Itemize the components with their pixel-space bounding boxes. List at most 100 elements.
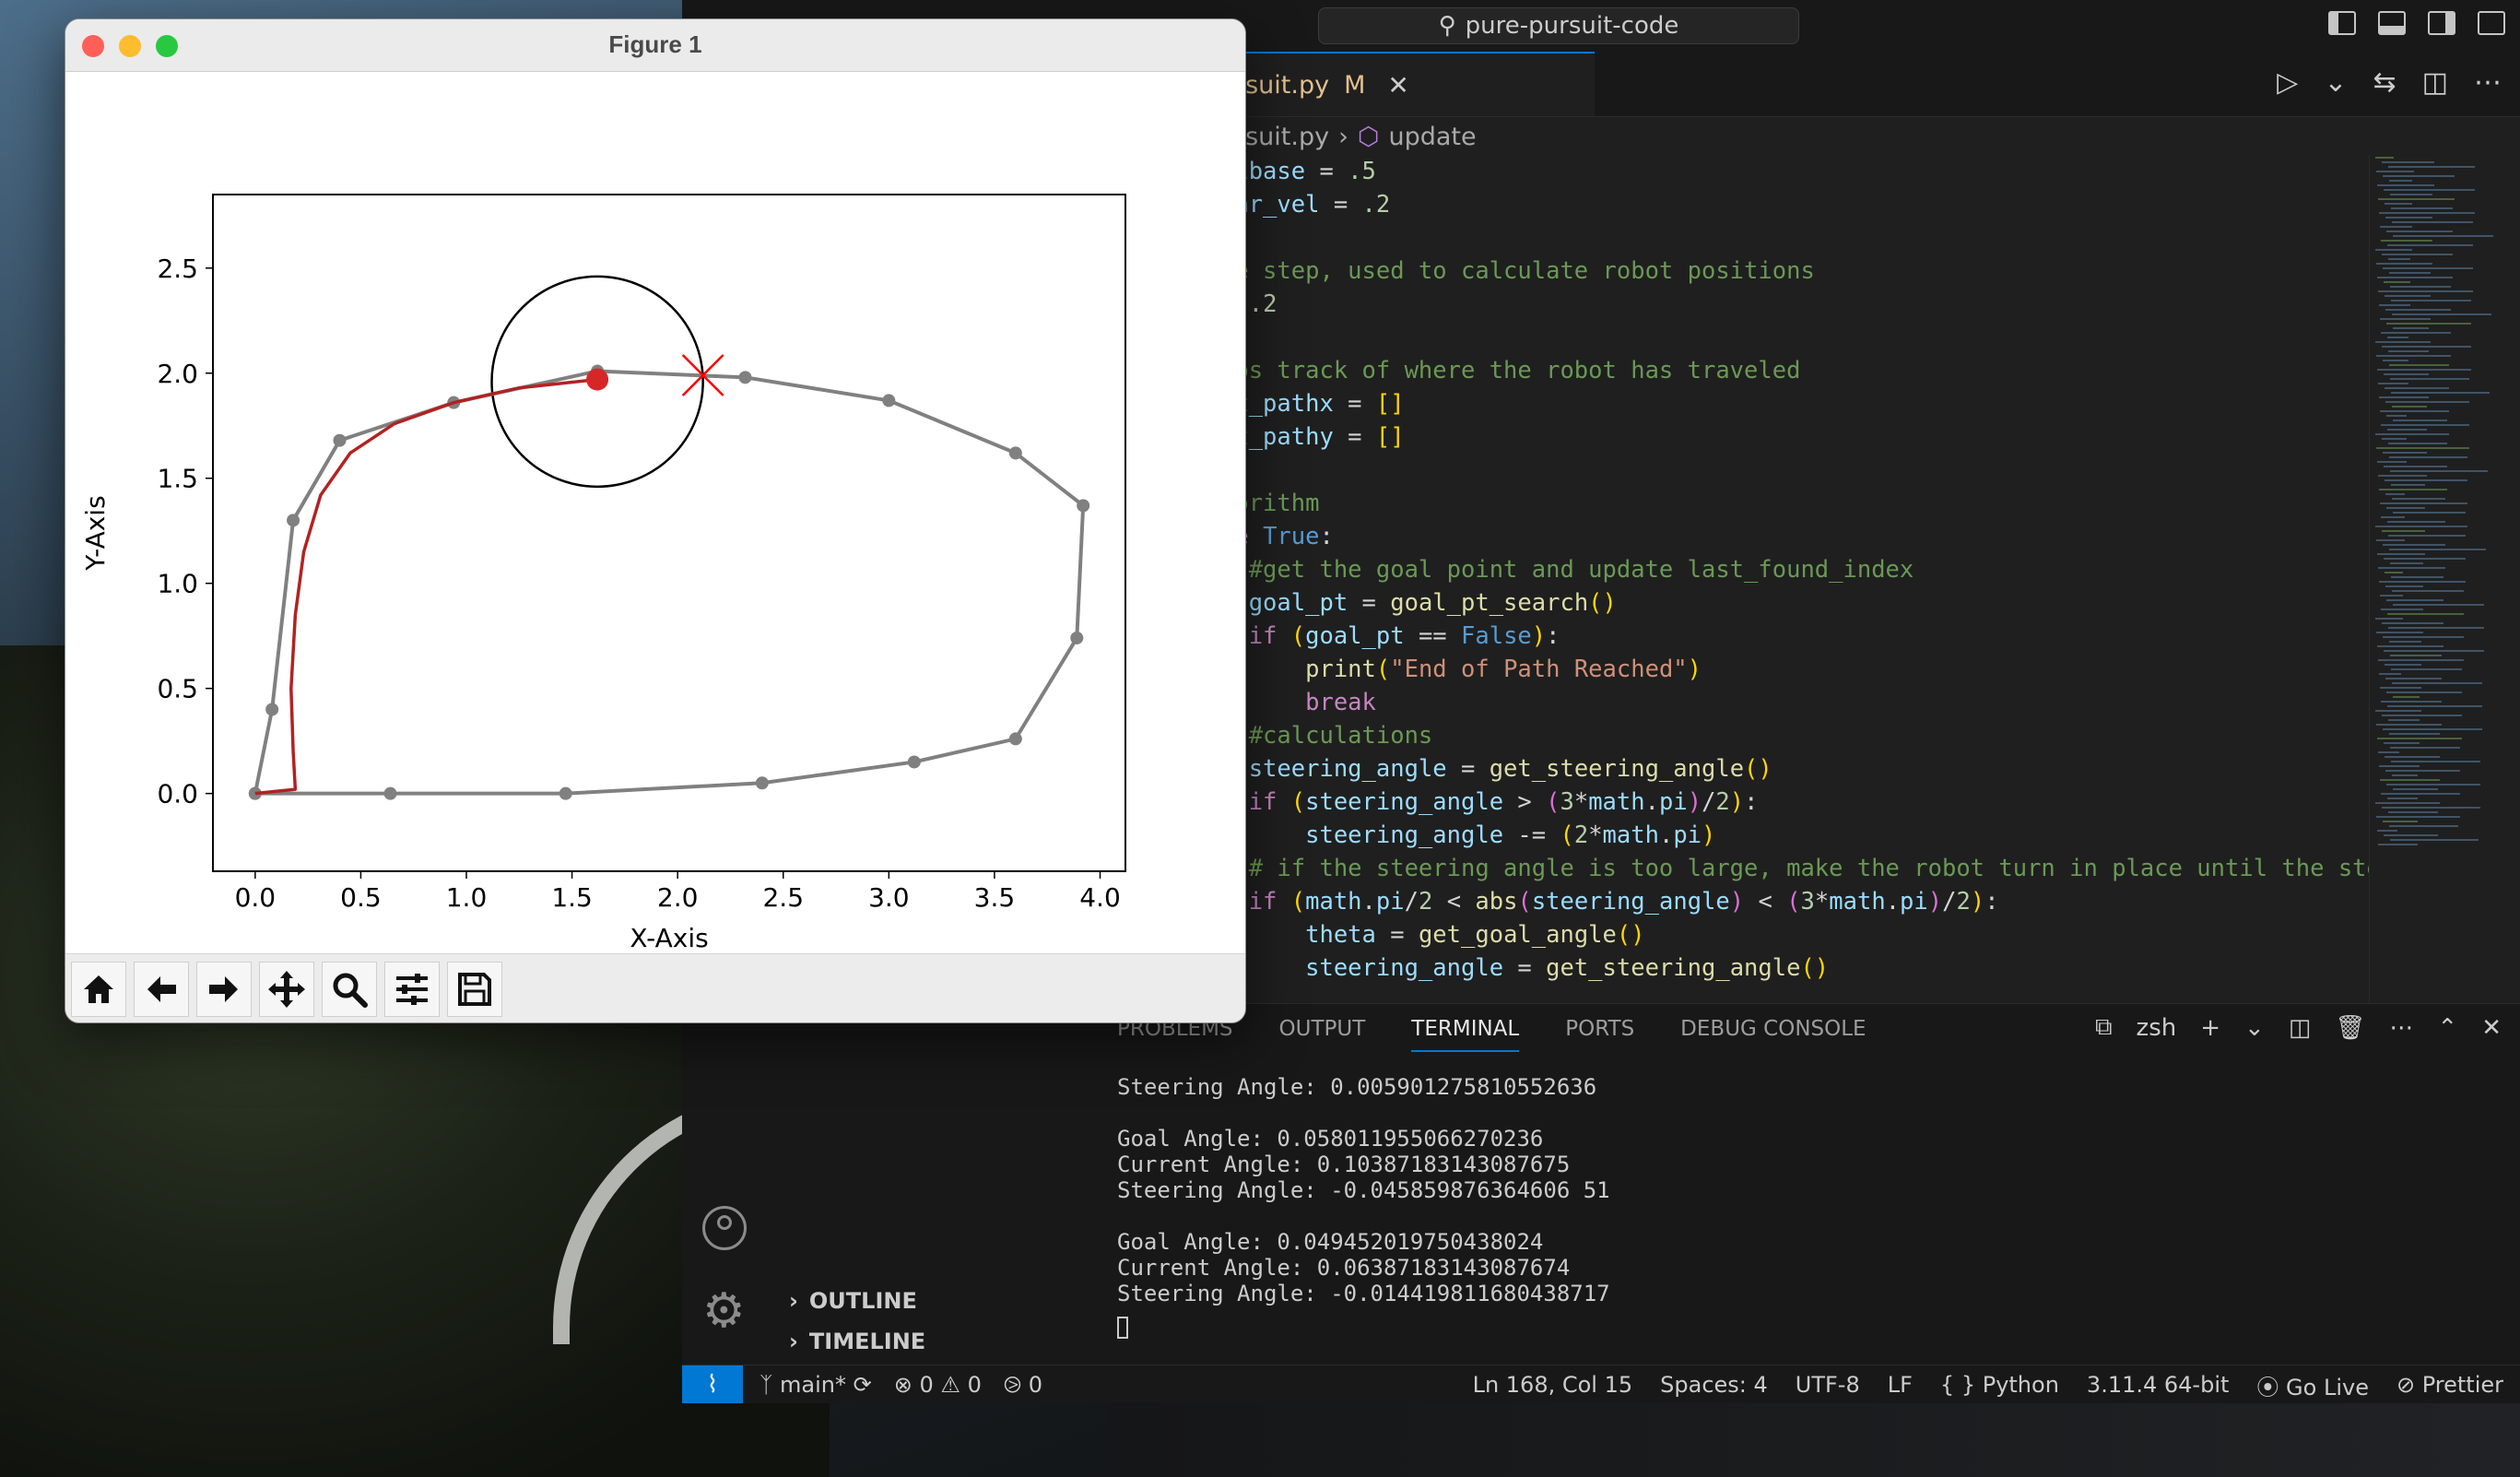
account-icon[interactable] xyxy=(702,1206,747,1250)
code-token: 2 xyxy=(1956,888,1971,916)
x-tick-label: 2.5 xyxy=(762,882,804,913)
code-editor[interactable]: elbase = .5ear_vel = .2 ne step, used to… xyxy=(1235,155,2520,1003)
branch-indicator[interactable]: ᛉ main* ⟳ xyxy=(760,1372,872,1398)
minimap-line xyxy=(2390,194,2432,195)
code-line[interactable] xyxy=(1235,221,2520,254)
minimap-line xyxy=(2377,184,2434,186)
problems-indicator[interactable]: ⊗ 0 ⚠ 0 xyxy=(894,1372,982,1398)
code-line[interactable]: ot_pathx = [] xyxy=(1235,387,2520,420)
code-line[interactable]: steering_angle = get_steering_angle() xyxy=(1235,752,2520,786)
code-line[interactable]: gorithm xyxy=(1235,487,2520,520)
minimap-line xyxy=(2382,438,2407,440)
x-axis-label: X-Axis xyxy=(630,923,708,953)
terminal-output[interactable]: Steering Angle: 0.005901275810552636 Goa… xyxy=(1117,1074,1610,1340)
chevron-down-icon[interactable]: ⌄ xyxy=(2244,1014,2265,1042)
code-line[interactable]: ne step, used to calculate robot positio… xyxy=(1235,254,2520,288)
more-actions-icon[interactable]: ⋯ xyxy=(2474,66,2502,99)
ports-indicator[interactable]: ⧁ 0 xyxy=(1004,1372,1042,1398)
indentation[interactable]: Spaces: 4 xyxy=(1660,1372,1768,1398)
maximize-panel-icon[interactable]: ⌃ xyxy=(2437,1014,2457,1042)
encoding[interactable]: UTF-8 xyxy=(1796,1372,1860,1398)
code-line[interactable]: # if the steering angle is too large, ma… xyxy=(1235,852,2520,885)
code-line[interactable]: print("End of Path Reached") xyxy=(1235,653,2520,686)
code-line[interactable]: elbase = .5 xyxy=(1235,155,2520,188)
code-line[interactable]: goal_pt = goal_pt_search() xyxy=(1235,586,2520,620)
code-line[interactable]: steering_angle -= (2*math.pi) xyxy=(1235,819,2520,852)
minimap-line xyxy=(2385,756,2440,758)
breadcrumb-file[interactable]: rsuit.py xyxy=(1235,123,1329,151)
close-icon[interactable]: ✕ xyxy=(2481,1014,2502,1042)
code-line[interactable]: = .2 xyxy=(1235,288,2520,321)
tab-output[interactable]: OUTPUT xyxy=(1279,1017,1366,1052)
pan-move-icon[interactable] xyxy=(259,962,314,1017)
code-line[interactable]: ear_vel = .2 xyxy=(1235,188,2520,221)
more-actions-icon[interactable]: ⋯ xyxy=(2389,1014,2413,1042)
zoom-magnifier-icon[interactable] xyxy=(322,962,377,1017)
tab-ports[interactable]: PORTS xyxy=(1565,1017,1634,1052)
code-line[interactable]: #get the goal point and update last_foun… xyxy=(1235,553,2520,586)
cursor-position[interactable]: Ln 168, Col 15 xyxy=(1473,1372,1633,1398)
code-line[interactable]: break xyxy=(1235,686,2520,719)
minimap-line xyxy=(2379,212,2475,214)
minimap-line xyxy=(2376,539,2405,541)
code-line[interactable]: le True: xyxy=(1235,520,2520,553)
code-token: steering_angle xyxy=(1531,888,1730,916)
code-token: ( xyxy=(1560,821,1574,849)
code-line[interactable] xyxy=(1235,454,2520,487)
code-token: < xyxy=(1744,888,1787,916)
minimap-line xyxy=(2378,844,2418,845)
toggle-sidebar-icon[interactable] xyxy=(2328,11,2356,35)
tab-pure-pursuit-py[interactable]: rsuit.py M ✕ xyxy=(1235,52,1595,116)
remote-indicator-icon[interactable]: ⌇ xyxy=(682,1365,743,1403)
minimap-line xyxy=(2377,369,2471,371)
code-token: () xyxy=(1800,954,1830,982)
code-line[interactable] xyxy=(1235,321,2520,354)
outline-section[interactable]: › OUTLINE xyxy=(789,1282,917,1320)
minimap-line xyxy=(2389,456,2467,458)
add-terminal-icon[interactable]: + xyxy=(2200,1014,2220,1042)
code-line[interactable]: if (goal_pt == False): xyxy=(1235,620,2520,653)
tab-terminal[interactable]: TERMINAL xyxy=(1411,1017,1520,1052)
command-center-search[interactable]: ⚲ pure-pursuit-code xyxy=(1318,7,1799,44)
code-line[interactable]: steering_angle = get_steering_angle() xyxy=(1235,951,2520,985)
split-terminal-icon[interactable]: ◫ xyxy=(2289,1014,2312,1042)
timeline-section[interactable]: › TIMELINE xyxy=(789,1322,925,1361)
code-line[interactable]: if (math.pi/2 < abs(steering_angle) < (3… xyxy=(1235,885,2520,918)
chevron-right-icon: › xyxy=(789,1288,798,1314)
code-line[interactable]: theta = get_goal_angle() xyxy=(1235,918,2520,951)
python-interpreter[interactable]: 3.11.4 64-bit xyxy=(2087,1372,2229,1398)
configure-subplots-icon[interactable] xyxy=(384,962,440,1017)
split-editor-icon[interactable]: ◫ xyxy=(2422,66,2448,99)
x-tick-label: 3.0 xyxy=(868,882,910,913)
line-ending[interactable]: LF xyxy=(1888,1372,1913,1398)
run-icon[interactable]: ▷ xyxy=(2277,66,2298,99)
close-icon[interactable]: ✕ xyxy=(1387,70,1408,100)
minimap-line xyxy=(2388,350,2429,352)
go-live-button[interactable]: ⦿ Go Live xyxy=(2256,1369,2369,1401)
tab-debug-console[interactable]: DEBUG CONSOLE xyxy=(1680,1017,1866,1052)
language-mode[interactable]: { } Python xyxy=(1940,1372,2059,1398)
minimap-line xyxy=(2385,387,2449,389)
minimap-line xyxy=(2391,576,2443,578)
code-line[interactable]: if (steering_angle > (3*math.pi)/2): xyxy=(1235,786,2520,819)
prettier-button[interactable]: ⊘ Prettier xyxy=(2396,1372,2503,1398)
forward-arrow-icon[interactable] xyxy=(196,962,252,1017)
toggle-panel-icon[interactable] xyxy=(2378,11,2406,35)
gear-icon[interactable]: ⚙ xyxy=(702,1287,746,1335)
save-disk-icon[interactable] xyxy=(447,962,502,1017)
code-line[interactable]: ot_pathy = [] xyxy=(1235,420,2520,454)
ports-count: 0 xyxy=(1028,1372,1042,1398)
code-line[interactable]: #calculations xyxy=(1235,719,2520,752)
diff-icon[interactable]: ⇆ xyxy=(2373,66,2396,99)
minimap[interactable] xyxy=(2369,155,2499,1003)
plot-canvas[interactable]: 0.0 0.5 1.0 1.5 2.0 2.5 3.0 3.5 4.0 0.0 0.5 1.0 1.5 2… xyxy=(65,71,1245,954)
customize-layout-icon[interactable] xyxy=(2478,11,2505,35)
code-line[interactable]: eps track of where the robot has travele… xyxy=(1235,354,2520,387)
chevron-down-icon[interactable]: ⌄ xyxy=(2324,66,2347,99)
back-arrow-icon[interactable] xyxy=(134,962,189,1017)
breadcrumb-symbol[interactable]: update xyxy=(1388,123,1476,151)
home-icon[interactable] xyxy=(71,962,126,1017)
shell-name[interactable]: zsh xyxy=(2137,1014,2177,1042)
toggle-secondary-sidebar-icon[interactable] xyxy=(2428,11,2455,35)
trash-icon[interactable]: 🗑 xyxy=(2335,1014,2365,1042)
